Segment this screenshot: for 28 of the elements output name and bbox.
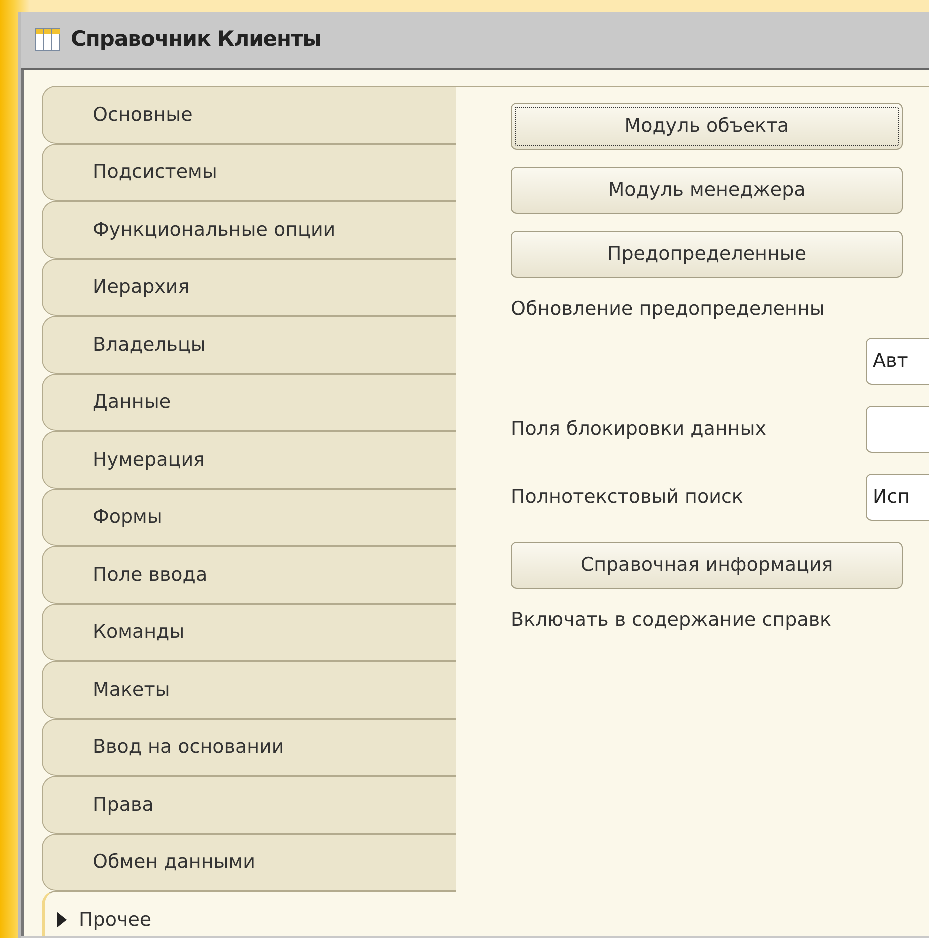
- triangle-icon: [57, 912, 67, 928]
- window-title: Справочник Клиенты: [71, 26, 322, 54]
- tab[interactable]: Иерархия: [42, 258, 456, 316]
- tab[interactable]: Нумерация: [42, 431, 456, 488]
- tab[interactable]: Формы: [42, 488, 456, 546]
- panel-button[interactable]: Справочная информация: [511, 542, 903, 588]
- panel-button[interactable]: Модуль объекта: [511, 103, 903, 150]
- field-label: Полнотекстовый поиск: [511, 484, 744, 510]
- tab[interactable]: Команды: [42, 604, 456, 661]
- tab[interactable]: Прочее: [42, 891, 456, 936]
- panel-button[interactable]: Модуль менеджера: [511, 167, 903, 214]
- tab[interactable]: Поле ввода: [42, 546, 456, 604]
- tab[interactable]: Обмен данными: [42, 834, 456, 891]
- tab[interactable]: Данные: [42, 374, 456, 431]
- tab[interactable]: Основные: [42, 86, 456, 144]
- table-icon: [35, 28, 61, 52]
- tab[interactable]: Функциональные опции: [42, 201, 456, 258]
- label-text: Включать в содержание справк: [511, 608, 833, 632]
- tab[interactable]: Права: [42, 776, 456, 834]
- tab[interactable]: Макеты: [42, 661, 456, 718]
- panel-button[interactable]: Предопределенные: [511, 231, 903, 278]
- tab[interactable]: Ввод на основании: [42, 718, 456, 776]
- input-field[interactable]: Исп: [866, 474, 929, 520]
- label-text: Обновление предопределенны: [511, 297, 826, 322]
- input-field[interactable]: Авт: [866, 338, 929, 384]
- field-label: Поля блокировки данных: [511, 416, 768, 442]
- tab[interactable]: Подсистемы: [42, 144, 456, 201]
- tab[interactable]: Владельцы: [42, 316, 456, 374]
